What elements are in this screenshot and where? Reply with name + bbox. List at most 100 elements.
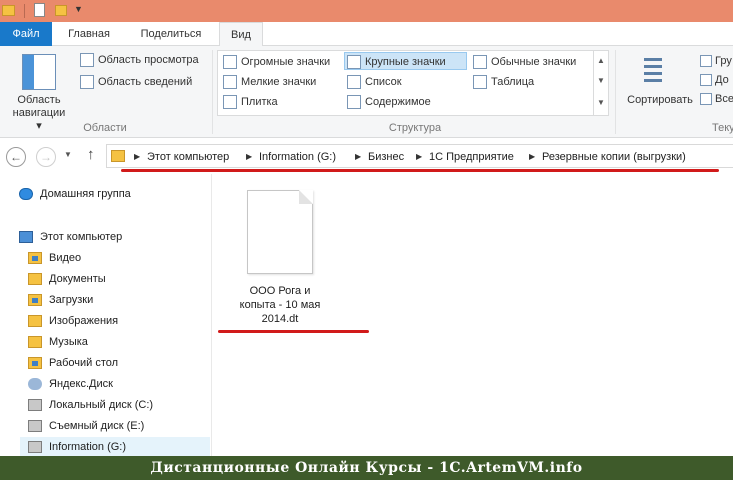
layout-label: Мелкие значки — [241, 76, 317, 88]
breadcrumb-1c[interactable]: 1С Предприятие — [429, 149, 514, 165]
watermark-banner: Дистанционные Онлайн Курсы - 1C.ArtemVM.… — [0, 456, 733, 480]
scroll-down-icon[interactable]: ▼ — [597, 76, 605, 85]
sidebar-item-information-g[interactable]: Information (G:) — [20, 437, 210, 457]
sidebar-item-label: Музыка — [49, 336, 88, 348]
downloads-folder-icon — [28, 294, 42, 306]
preview-pane-button[interactable]: Область просмотра — [78, 51, 199, 69]
title-bar: ▼ — [0, 0, 733, 22]
small-icons-icon — [223, 75, 237, 89]
file-item[interactable]: ООО Рога и копыта - 10 мая 2014.dt — [230, 186, 330, 326]
chevron-right-icon[interactable]: ▶ — [355, 149, 361, 165]
ribbon: Область навигации ▾ Область просмотра Обл… — [0, 46, 733, 138]
group-label-current-view: Теку — [712, 122, 733, 134]
computer-icon — [19, 231, 33, 243]
drive-icon — [28, 441, 42, 453]
group-by-icon — [700, 55, 712, 67]
removable-drive-icon — [28, 420, 42, 432]
recent-locations-chevron-down-icon[interactable]: ▼ — [64, 150, 72, 159]
details-pane-button[interactable]: Область сведений — [78, 73, 192, 91]
properties-icon[interactable] — [34, 3, 45, 17]
details-icon — [473, 75, 487, 89]
chevron-right-icon[interactable]: ▶ — [416, 149, 422, 165]
documents-folder-icon — [28, 273, 42, 285]
file-list: ООО Рога и копыта - 10 мая 2014.dt — [212, 174, 733, 456]
chevron-right-icon[interactable]: ▶ — [134, 149, 140, 165]
layout-large-icons[interactable]: Крупные значки — [344, 52, 467, 70]
breadcrumb-business[interactable]: Бизнес — [368, 149, 404, 165]
sidebar-item-label: Яндекс.Диск — [49, 378, 113, 390]
layout-label: Таблица — [491, 76, 535, 88]
layout-tiles[interactable]: Плитка — [221, 93, 278, 111]
back-button[interactable]: ← — [6, 147, 26, 167]
up-arrow-icon[interactable]: ↑ — [87, 146, 95, 163]
toolbar-separator — [24, 4, 25, 18]
list-icon — [347, 75, 361, 89]
annotation-underline — [121, 169, 719, 172]
tab-file[interactable]: Файл — [0, 22, 52, 46]
add-columns-button[interactable]: До — [698, 71, 729, 89]
sidebar-item-label: Этот компьютер — [40, 231, 123, 243]
new-folder-icon[interactable] — [55, 5, 67, 16]
music-folder-icon — [28, 336, 42, 348]
scroll-up-icon[interactable]: ▲ — [597, 56, 605, 65]
layout-label: Обычные значки — [491, 56, 577, 68]
layout-label: Крупные значки — [365, 56, 446, 68]
sidebar-item-label: Рабочий стол — [49, 357, 119, 369]
add-columns-label: До — [715, 74, 729, 86]
breadcrumb-backups[interactable]: Резервные копии (выгрузки) — [542, 149, 686, 165]
layout-details[interactable]: Таблица — [471, 73, 534, 91]
file-name-line: 2014.dt — [261, 313, 299, 325]
ribbon-tabs: Файл Главная Поделиться Вид — [0, 22, 733, 47]
tab-home[interactable]: Главная — [58, 22, 120, 46]
extra-large-icons-icon — [223, 55, 237, 69]
size-columns-icon — [700, 93, 712, 105]
size-all-columns-button[interactable]: Все — [698, 90, 733, 108]
sort-icon — [644, 56, 674, 88]
video-folder-icon — [28, 252, 42, 264]
folder-icon[interactable] — [2, 5, 15, 16]
layout-label: Огромные значки — [241, 56, 331, 68]
layout-content[interactable]: Содержимое — [345, 93, 431, 111]
document-file-icon — [247, 190, 313, 274]
address-row: ← → ▼ ↑ ▶ Этот компьютер ▶ Information (… — [0, 138, 733, 174]
sidebar-item-label: Документы — [49, 273, 106, 285]
address-bar[interactable]: ▶ Этот компьютер ▶ Information (G:) ▶ Би… — [106, 144, 733, 168]
folder-icon — [111, 150, 125, 162]
navigation-pane-button[interactable]: Область навигации ▾ — [10, 50, 68, 132]
preview-pane-icon — [80, 53, 94, 67]
details-pane-icon — [80, 75, 94, 89]
layout-list[interactable]: Список — [345, 73, 402, 91]
size-columns-label: Все — [715, 93, 733, 105]
tiles-icon — [223, 95, 237, 109]
group-separator — [212, 50, 213, 134]
customize-toolbar-arrow-icon[interactable]: ▼ — [74, 4, 83, 14]
sort-by-button[interactable]: Сортировать — [622, 50, 698, 120]
tab-share[interactable]: Поделиться — [128, 22, 214, 46]
group-by-button[interactable]: Гру — [698, 52, 732, 70]
drive-icon — [28, 399, 42, 411]
navigation-pane-icon — [22, 54, 56, 90]
chevron-right-icon[interactable]: ▶ — [529, 149, 535, 165]
layout-extra-large-icons[interactable]: Огромные значки — [221, 53, 330, 71]
tab-view[interactable]: Вид — [219, 22, 263, 47]
layout-medium-icons[interactable]: Обычные значки — [471, 53, 576, 71]
breadcrumb-drive-g[interactable]: Information (G:) — [259, 149, 336, 165]
medium-icons-icon — [473, 55, 487, 69]
file-name: ООО Рога и копыта - 10 мая 2014.dt — [230, 284, 330, 326]
layout-small-icons[interactable]: Мелкие значки — [221, 73, 316, 91]
pictures-folder-icon — [28, 315, 42, 327]
chevron-right-icon[interactable]: ▶ — [246, 149, 252, 165]
sidebar-item-label: Видео — [49, 252, 82, 264]
expand-gallery-icon[interactable]: ▼ — [597, 98, 605, 107]
desktop-folder-icon — [28, 357, 42, 369]
sidebar-item-label: Изображения — [49, 315, 119, 327]
annotation-underline — [218, 330, 369, 333]
forward-button[interactable]: → — [36, 147, 56, 167]
layout-gallery-scroll[interactable]: ▲ ▼ ▼ — [593, 50, 609, 116]
preview-pane-label: Область просмотра — [98, 54, 199, 66]
sidebar-item-label: Домашняя группа — [40, 188, 131, 200]
sidebar-item-label: Съемный диск (E:) — [49, 420, 145, 432]
group-by-label: Гру — [715, 55, 732, 67]
breadcrumb-this-pc[interactable]: Этот компьютер — [147, 149, 229, 165]
details-pane-label: Область сведений — [98, 76, 193, 88]
